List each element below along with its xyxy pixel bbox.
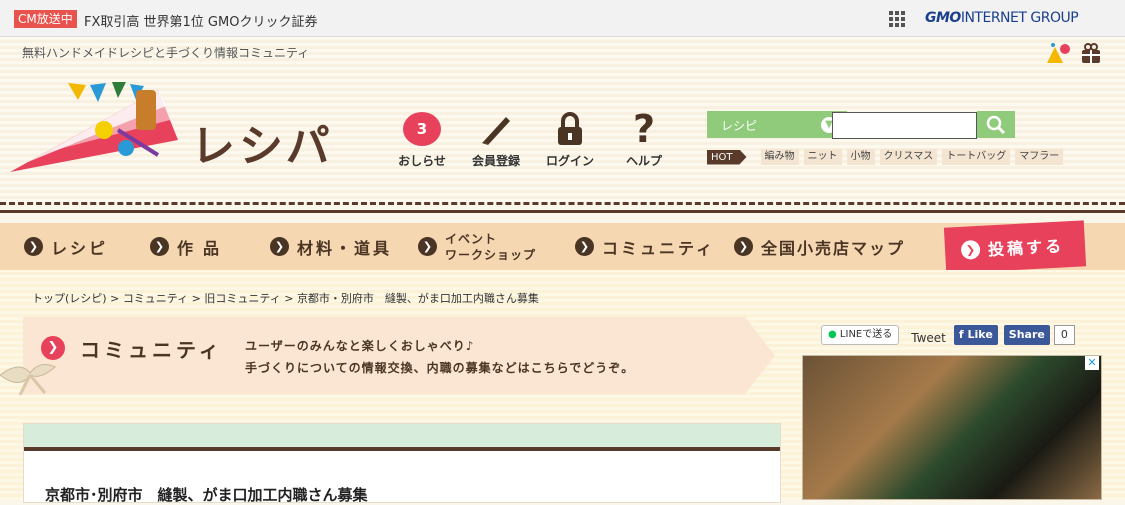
breadcrumb-item[interactable]: 旧コミュニティ	[204, 292, 280, 305]
ribbon-icon	[0, 364, 56, 395]
site-tagline: 無料ハンドメイドレシピと手づくり情報コミュニティ	[22, 46, 310, 60]
search-icon	[986, 115, 1006, 134]
breadcrumb-separator: >	[110, 292, 120, 305]
article-header-line	[24, 447, 780, 451]
facebook-like-button[interactable]: f Like	[953, 325, 998, 345]
hot-tag[interactable]: トートバッグ	[942, 149, 1011, 165]
nav-event[interactable]: ❯ イベント ワークショップ	[418, 223, 536, 270]
register-button[interactable]: 会員登録	[459, 110, 533, 169]
breadcrumb-item[interactable]: コミュニティ	[123, 292, 188, 305]
breadcrumb-separator: >	[284, 292, 294, 305]
community-title: コミュニティ	[80, 338, 223, 362]
line-share-button[interactable]: ● LINEで送る	[821, 325, 900, 345]
gmo-ad-link[interactable]: FX取引高 世界第1位 GMOクリック証券	[84, 11, 317, 30]
hot-tag[interactable]: 小物	[846, 149, 875, 165]
lock-icon	[558, 112, 582, 145]
hot-tag[interactable]: ニット	[803, 149, 842, 165]
arrow-right-icon: ❯	[960, 239, 981, 260]
divider-line	[0, 210, 1125, 213]
arrow-right-icon: ❯	[575, 237, 594, 256]
notifications-button[interactable]: 3 おしらせ	[385, 110, 459, 169]
gift-icon[interactable]	[1079, 41, 1103, 65]
arrow-right-icon: ❯	[734, 237, 753, 256]
header-icons	[1045, 41, 1103, 65]
logo-banner-icon	[10, 82, 178, 172]
arrow-right-icon: ❯	[418, 237, 437, 256]
nav-works[interactable]: ❯ 作品	[150, 223, 229, 270]
hot-tag[interactable]: クリスマス	[879, 149, 938, 165]
arrow-right-icon: ❯	[24, 237, 43, 256]
nav-community[interactable]: ❯ コミュニティ	[575, 223, 715, 270]
nav-recipe[interactable]: ❯ レシピ	[24, 223, 108, 270]
community-banner: ❯ コミュニティ ユーザーのみんなと楽しくおしゃべり♪ 手づくりについての情報交…	[23, 317, 775, 394]
search-button[interactable]	[977, 111, 1015, 138]
share-buttons: ● LINEで送る Tweet f Like Share 0	[821, 325, 1075, 345]
hot-label: HOT	[707, 149, 747, 165]
advertisement[interactable]: ✕	[802, 355, 1102, 500]
arrow-right-icon: ❯	[270, 237, 289, 256]
article-title: 京都市･別府市 縫製、がま口加工内職さん募集	[45, 486, 368, 504]
stitch-divider	[0, 202, 1125, 205]
breadcrumb-item[interactable]: トップ(レシピ)	[32, 292, 107, 305]
post-button[interactable]: ❯ 投稿する	[943, 220, 1087, 274]
site-logo[interactable]: レシパ	[8, 80, 338, 180]
arrow-right-icon: ❯	[150, 237, 169, 256]
hot-tags: HOT 編み物 ニット 小物 クリスマス トートバッグ マフラー	[707, 149, 1068, 165]
search-category-select[interactable]: レシピ ▼	[707, 111, 847, 138]
nav-materials[interactable]: ❯ 材料・道具	[270, 223, 392, 270]
search-input[interactable]	[832, 112, 977, 139]
breadcrumb: トップ(レシピ) > コミュニティ > 旧コミュニティ > 京都市・別府市 縫製…	[32, 290, 539, 306]
notification-badge: 3	[403, 112, 441, 146]
question-icon: ?	[632, 107, 656, 151]
article-panel: 京都市･別府市 縫製、がま口加工内職さん募集	[23, 423, 781, 504]
gmo-top-bar: CM放送中 FX取引高 世界第1位 GMOクリック証券 GMOINTERNET …	[0, 0, 1125, 37]
breadcrumb-current: 京都市・別府市 縫製、がま口加工内職さん募集	[296, 292, 539, 305]
gmo-internet-group-logo[interactable]: GMOINTERNET GROUP	[925, 10, 1079, 26]
facebook-share-button[interactable]: Share	[1003, 325, 1050, 345]
nav-store-map[interactable]: ❯ 全国小売店マップ	[734, 223, 905, 270]
facebook-count: 0	[1053, 325, 1075, 345]
community-description: ユーザーのみんなと楽しくおしゃべり♪ 手づくりについての情報交換、内職の募集など…	[245, 339, 635, 375]
party-icon[interactable]	[1045, 41, 1070, 65]
cm-badge: CM放送中	[14, 10, 77, 28]
logo-text: レシパ	[191, 121, 334, 172]
app-grid-icon[interactable]	[889, 11, 905, 27]
header-nav: 3 おしらせ 会員登録 ログイン ? ヘルプ	[385, 107, 681, 169]
login-button[interactable]: ログイン	[533, 110, 607, 169]
hot-tag[interactable]: 編み物	[760, 149, 799, 165]
ad-close-icon[interactable]: ✕	[1085, 356, 1099, 370]
breadcrumb-separator: >	[191, 292, 201, 305]
hot-tag[interactable]: マフラー	[1015, 149, 1064, 165]
pen-icon	[482, 117, 510, 145]
tweet-button[interactable]: Tweet	[911, 331, 946, 345]
help-button[interactable]: ? ヘルプ	[607, 107, 681, 169]
